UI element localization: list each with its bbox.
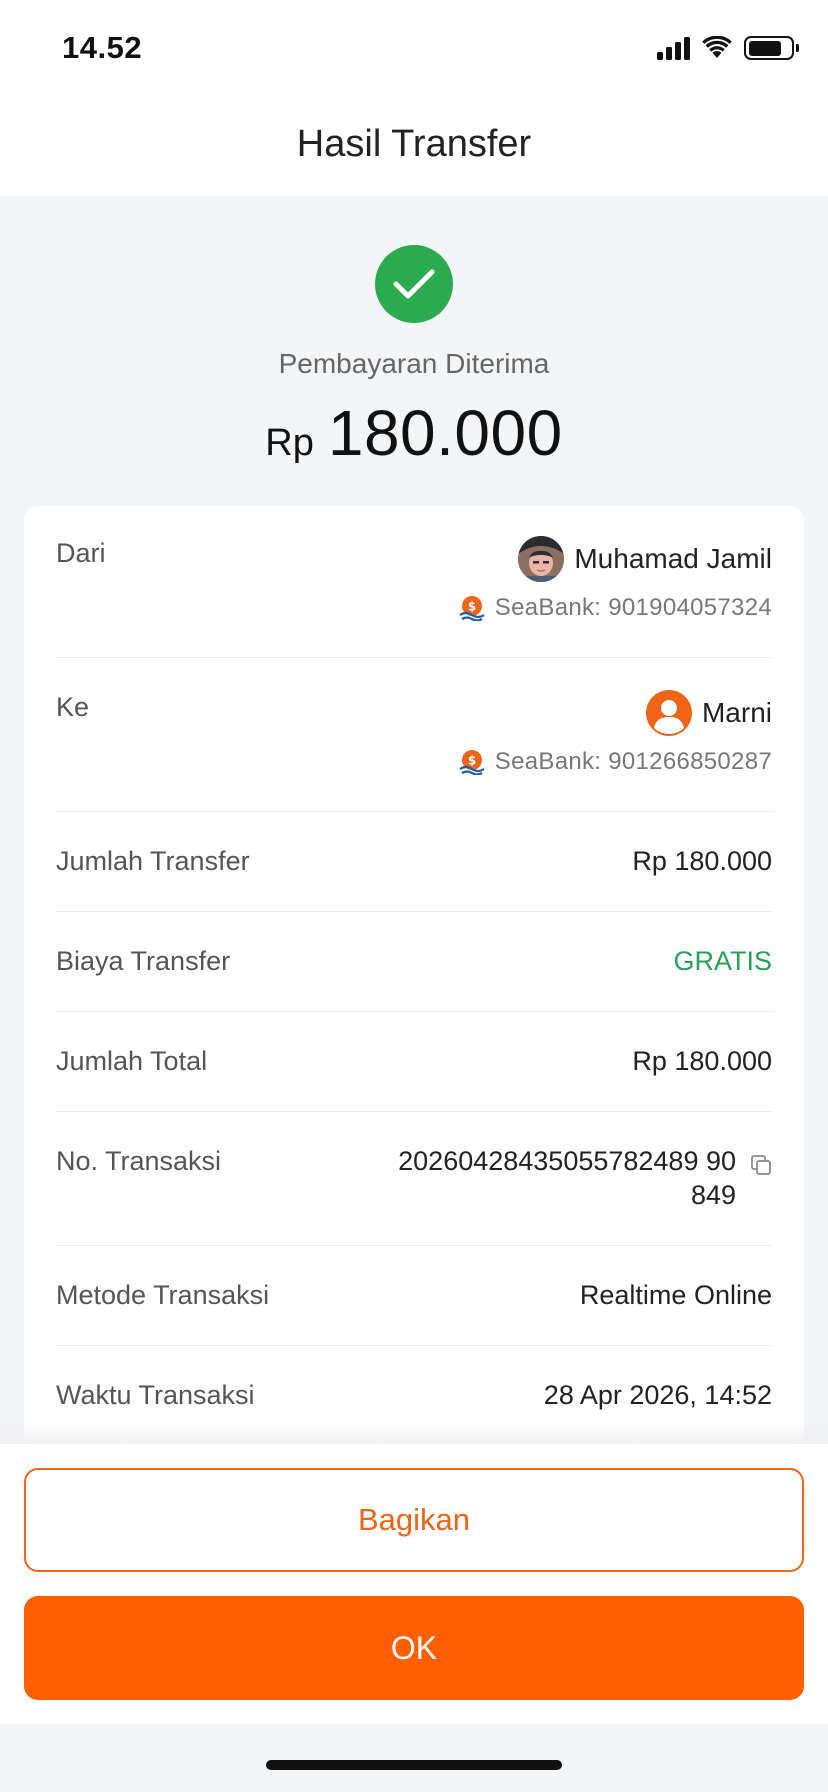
header: Hasil Transfer <box>0 96 828 196</box>
transaction-number-line2: 849 <box>690 1180 736 1210</box>
share-button[interactable]: Bagikan <box>24 1468 804 1572</box>
user-placeholder-avatar <box>645 690 692 736</box>
transaction-method-label: Metode Transaksi <box>56 1280 270 1310</box>
transfer-details-card: Dari Muhamad Jamil $ SeaBank: 9019040573… <box>24 506 804 1446</box>
total-amount-label: Jumlah Total <box>56 1046 208 1076</box>
transfer-fee-label: Biaya Transfer <box>56 946 231 976</box>
seabank-logo-icon: $ <box>459 595 485 622</box>
transaction-time-label: Waktu Transaksi <box>56 1380 255 1410</box>
from-bank-account: SeaBank: 901904057324 <box>494 594 772 621</box>
copy-icon[interactable] <box>750 1154 772 1176</box>
battery-icon <box>744 36 799 60</box>
to-label: Ke <box>56 692 90 722</box>
transaction-number: 20260428435055782489 90 849 <box>356 1144 772 1212</box>
transaction-method-value: Realtime Online <box>579 1280 772 1310</box>
to-bank-account: SeaBank: 901266850287 <box>494 748 772 775</box>
page-title: Hasil Transfer <box>296 122 532 165</box>
wifi-icon <box>702 36 732 58</box>
transfer-result-screen: 14.52 Hasil Transfer Pembayaran Diterima… <box>0 0 828 1792</box>
status-icons <box>657 36 799 60</box>
payment-status-text: Pembayaran Diterima <box>278 348 550 379</box>
transfer-amount-value: Rp 180.000 <box>632 846 772 876</box>
status-bar: 14.52 <box>0 0 828 96</box>
detail-row-total-amount: Jumlah Total Rp 180.000 <box>56 1012 772 1112</box>
from-label: Dari <box>56 538 106 568</box>
svg-text:$: $ <box>468 600 476 614</box>
amount-currency: Rp <box>265 422 314 464</box>
transaction-time-value: 28 Apr 2026, 14:52 <box>543 1380 772 1410</box>
from-name: Muhamad Jamil <box>574 543 772 574</box>
transaction-number-line1: 20260428435055782489 90 <box>398 1146 736 1176</box>
to-party: Marni <box>645 690 772 736</box>
transfer-amount-label: Jumlah Transfer <box>56 846 250 876</box>
detail-row-transfer-fee: Biaya Transfer GRATIS <box>56 912 772 1012</box>
detail-row-transaction-method: Metode Transaksi Realtime Online <box>56 1246 772 1346</box>
bottom-action-bar: Bagikan OK <box>0 1444 828 1724</box>
from-party: Muhamad Jamil <box>518 536 772 582</box>
transaction-number-value: 20260428435055782489 90 849 <box>356 1144 736 1212</box>
transfer-amount-display: Rp 180.000 <box>0 396 828 470</box>
detail-row-from: Dari Muhamad Jamil $ SeaBank: 9019040573… <box>56 506 772 658</box>
card-scroll-fade <box>0 1420 828 1444</box>
seabank-logo-icon: $ <box>459 749 485 776</box>
check-circle-icon <box>375 245 453 323</box>
status-time: 14.52 <box>62 30 143 65</box>
home-indicator[interactable] <box>266 1760 562 1770</box>
amount-value: 180.000 <box>327 397 563 469</box>
transaction-number-label: No. Transaksi <box>56 1146 222 1176</box>
detail-row-to: Ke Marni $ SeaBank: 901266850287 <box>56 658 772 812</box>
from-bank: $ SeaBank: 901904057324 <box>459 594 772 622</box>
svg-text:$: $ <box>468 754 476 768</box>
transfer-summary: Pembayaran Diterima Rp 180.000 <box>0 196 828 506</box>
user-photo-avatar <box>518 536 565 582</box>
ok-button[interactable]: OK <box>24 1596 804 1700</box>
transfer-fee-value: GRATIS <box>673 946 772 976</box>
total-amount-value: Rp 180.000 <box>632 1046 772 1076</box>
to-name: Marni <box>701 697 772 728</box>
to-bank: $ SeaBank: 901266850287 <box>459 748 772 776</box>
detail-row-transfer-amount: Jumlah Transfer Rp 180.000 <box>56 812 772 912</box>
detail-row-transaction-number: No. Transaksi 20260428435055782489 90 84… <box>56 1112 772 1246</box>
cellular-signal-icon <box>657 36 690 60</box>
